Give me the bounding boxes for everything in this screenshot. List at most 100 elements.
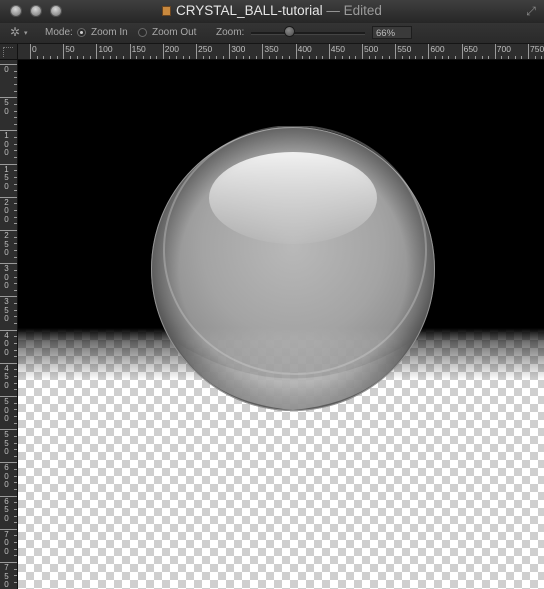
ruler-tick <box>14 508 17 510</box>
ruler-tick <box>14 256 17 258</box>
ruler-tick <box>14 103 17 105</box>
ruler-tick <box>415 56 417 59</box>
ruler-tick <box>14 442 17 444</box>
ruler-tick <box>14 289 17 291</box>
ruler-tick <box>14 575 17 577</box>
ruler-tick <box>14 409 17 411</box>
ruler-tick <box>381 56 383 59</box>
ruler-tick <box>534 56 536 59</box>
ruler-label: 50 <box>4 98 9 116</box>
ruler-label: 100 <box>98 44 113 54</box>
ruler-tick <box>269 56 270 59</box>
ruler-label: 200 <box>164 44 179 54</box>
ruler-tick <box>14 342 17 344</box>
horizontal-ruler[interactable]: 0 50 100 150 200 250 300 350 400 450 500 550 600 650 7… <box>18 44 544 60</box>
ruler-origin-icon <box>3 47 13 57</box>
zoom-out-label[interactable]: Zoom Out <box>152 27 196 39</box>
zoom-in-radio[interactable] <box>77 28 86 37</box>
zoom-value-field[interactable]: 66% <box>372 26 412 39</box>
ruler-tick <box>14 469 17 470</box>
ruler-tick <box>14 356 17 358</box>
ruler-label: 600 <box>430 44 445 54</box>
title-separator: — <box>326 3 340 18</box>
crystal-ball <box>151 126 435 411</box>
ruler-label: 0 <box>32 44 37 54</box>
ruler-tick <box>528 44 529 59</box>
ruler-tick <box>14 542 17 544</box>
zoom-out-radio[interactable] <box>138 28 147 37</box>
ruler-tick <box>428 44 430 59</box>
ruler-tick <box>455 56 456 59</box>
ruler-tick <box>14 143 17 145</box>
ruler-tick <box>14 316 17 318</box>
ruler-tick <box>474 56 476 59</box>
fullscreen-arrows-icon[interactable]: ⤢ <box>524 4 538 18</box>
ruler-tick <box>69 56 71 59</box>
ruler-tick <box>14 369 17 371</box>
ruler-label: 0 <box>4 65 9 74</box>
zoom-slider[interactable] <box>251 32 365 35</box>
ruler-tick <box>488 56 490 59</box>
ruler-tick <box>43 56 45 59</box>
ruler-tick <box>14 435 17 437</box>
ruler-tick <box>14 83 17 85</box>
window-title: CRYSTAL_BALL-tutorial — Edited <box>0 3 544 18</box>
ruler-tick <box>368 56 370 59</box>
ruler-tick <box>176 56 178 59</box>
ruler-tick <box>468 56 470 59</box>
ruler-tick <box>36 56 38 59</box>
ruler-tick <box>14 203 17 205</box>
ruler-tick <box>14 216 17 218</box>
ruler-origin-corner[interactable] <box>0 44 18 60</box>
ruler-tick <box>14 475 17 477</box>
ball-top-highlight <box>209 152 377 244</box>
ruler-tick <box>14 309 17 311</box>
ruler-tick <box>448 56 450 59</box>
image-canvas[interactable] <box>18 60 544 589</box>
ruler-tick <box>14 123 17 125</box>
ruler-tick <box>255 56 257 59</box>
zoom-slider-knob[interactable] <box>284 27 294 36</box>
vertical-ruler[interactable]: 0 50 100 150 200 250 300 350 400 450 500 550 600 650 7… <box>0 60 18 589</box>
ruler-tick <box>189 56 191 59</box>
ruler-tick <box>395 44 397 59</box>
ruler-tick <box>182 56 184 59</box>
document-icon[interactable] <box>162 6 172 16</box>
ruler-tick <box>202 56 204 59</box>
document-window: CRYSTAL_BALL-tutorial — Edited ⤢ ✲ ▾ Mod… <box>0 0 544 589</box>
ruler-tick <box>14 548 17 550</box>
gear-icon[interactable]: ✲ <box>10 26 20 38</box>
ruler-tick <box>14 555 17 557</box>
ruler-tick <box>441 56 443 59</box>
ruler-tick <box>169 56 171 59</box>
title-bar[interactable]: CRYSTAL_BALL-tutorial — Edited ⤢ <box>0 0 544 24</box>
ruler-label: 400 <box>297 44 312 54</box>
ruler-tick <box>275 56 277 59</box>
zoom-in-label[interactable]: Zoom In <box>91 27 128 39</box>
ruler-tick <box>14 150 17 152</box>
ruler-tick <box>14 137 17 138</box>
ruler-label: 550 <box>397 44 412 54</box>
ruler-tick <box>156 56 158 59</box>
ruler-tick <box>142 56 144 59</box>
ruler-tick <box>14 535 17 537</box>
ruler-label: 250 <box>4 231 9 257</box>
ruler-tick <box>14 170 17 172</box>
ruler-tick <box>322 56 324 59</box>
ruler-tick <box>302 56 304 59</box>
ruler-tick <box>14 190 17 192</box>
ruler-tick <box>49 56 51 59</box>
ruler-tick <box>14 515 17 517</box>
ruler-label: 500 <box>364 44 379 54</box>
ruler-tick <box>149 56 151 59</box>
ruler-tick <box>14 77 17 79</box>
ruler-tick <box>14 236 17 238</box>
ruler-label: 650 <box>4 496 9 523</box>
chevron-down-icon[interactable]: ▾ <box>24 28 28 40</box>
ruler-label: 150 <box>4 164 9 191</box>
ruler-tick <box>89 56 91 59</box>
ruler-tick <box>14 223 17 225</box>
ruler-label: 550 <box>4 430 9 457</box>
ruler-tick <box>56 56 58 59</box>
ruler-tick <box>136 56 138 59</box>
